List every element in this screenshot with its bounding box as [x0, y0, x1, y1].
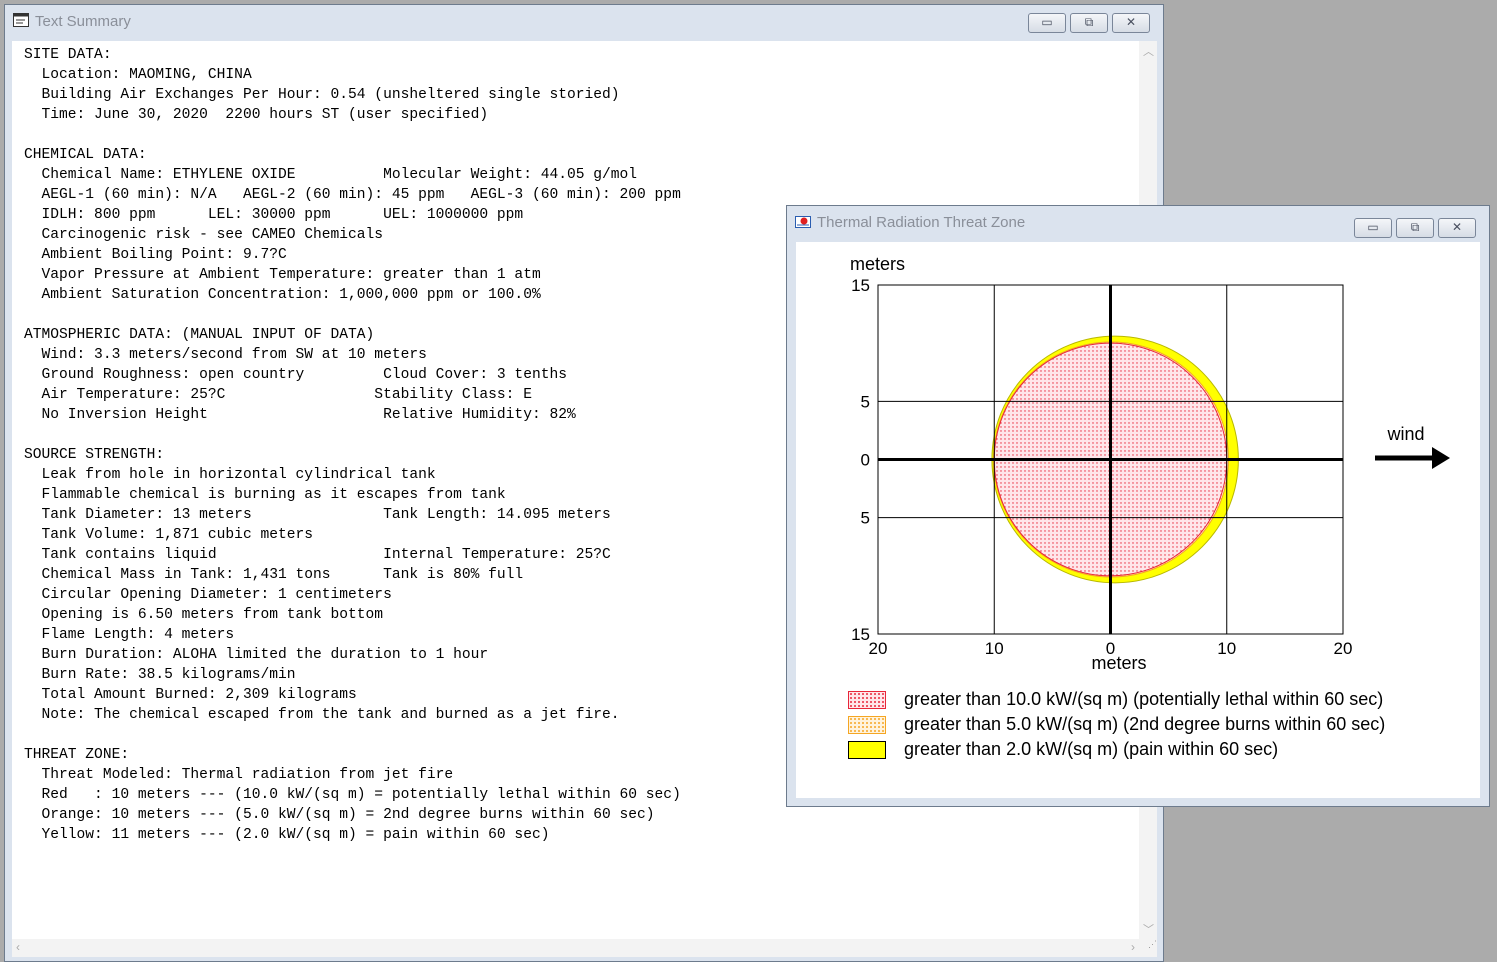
close-button[interactable]: ✕	[1112, 13, 1150, 33]
summary-line: Flammable chemical is burning as it esca…	[41, 487, 506, 503]
scroll-right-arrow-icon[interactable]: ›	[1131, 940, 1135, 954]
x-tick-label: 20	[869, 639, 888, 658]
summary-line: Carcinogenic risk - see CAMEO Chemicals	[41, 227, 384, 243]
summary-line: Burn Duration: ALOHA limited the duratio…	[41, 647, 489, 663]
summary-line: Leak from hole in horizontal cylindrical…	[41, 467, 436, 483]
minimize-button[interactable]: ▭	[1028, 13, 1066, 33]
text-summary-titlebar[interactable]: Text Summary ▭ ⧉ ✕	[5, 5, 1163, 35]
minimize-icon: ▭	[1041, 15, 1053, 29]
summary-line: Red : 10 meters --- (10.0 kW/(sq m) = po…	[41, 787, 681, 803]
summary-line: Air Temperature: 25?C Stability Class: E	[41, 387, 532, 403]
window-title: Text Summary	[35, 13, 131, 30]
summary-line: Flame Length: 4 meters	[41, 627, 235, 643]
scroll-up-arrow-icon[interactable]: ︿	[1143, 43, 1154, 59]
maximize-button[interactable]: ⧉	[1396, 218, 1434, 238]
summary-line: SOURCE STRENGTH:	[24, 447, 165, 463]
summary-line: IDLH: 800 ppm LEL: 30000 ppm UEL: 100000…	[41, 207, 524, 223]
legend: greater than 10.0 kW/(sq m) (potentially…	[796, 682, 1480, 792]
maximize-icon: ⧉	[1084, 15, 1094, 29]
summary-line: Location: MAOMING, CHINA	[41, 67, 252, 83]
summary-line: No Inversion Height Relative Humidity: 8…	[41, 407, 576, 423]
horizontal-scrollbar[interactable]: ‹ ›	[12, 939, 1139, 957]
wind-label: wind	[1386, 424, 1424, 444]
document-window-icon	[13, 13, 29, 27]
summary-line: Ground Roughness: open country Cloud Cov…	[41, 367, 567, 383]
summary-line: Threat Modeled: Thermal radiation from j…	[41, 767, 454, 783]
legend-swatch-yellow	[848, 741, 886, 759]
summary-line: Tank Volume: 1,871 cubic meters	[41, 527, 314, 543]
threat-zone-app-icon	[795, 216, 811, 228]
summary-line: Ambient Saturation Concentration: 1,000,…	[41, 287, 541, 303]
window-title: Thermal Radiation Threat Zone	[817, 214, 1026, 231]
summary-line: AEGL-1 (60 min): N/A AEGL-2 (60 min): 45…	[41, 187, 681, 203]
summary-line: Circular Opening Diameter: 1 centimeters	[41, 587, 392, 603]
minimize-icon: ▭	[1367, 220, 1379, 234]
summary-line: Opening is 6.50 meters from tank bottom	[41, 607, 384, 623]
y-tick-label: 0	[861, 451, 870, 470]
summary-line: Building Air Exchanges Per Hour: 0.54 (u…	[41, 87, 620, 103]
summary-line: ATMOSPHERIC DATA: (MANUAL INPUT OF DATA)	[24, 327, 375, 343]
close-button[interactable]: ✕	[1438, 218, 1476, 238]
x-tick-label: 20	[1334, 639, 1353, 658]
summary-line: Chemical Name: ETHYLENE OXIDE Molecular …	[41, 167, 638, 183]
scroll-left-arrow-icon[interactable]: ‹	[16, 940, 20, 954]
summary-line: CHEMICAL DATA:	[24, 147, 147, 163]
y-tick-label: 15	[851, 625, 870, 644]
y-axis-label: meters	[850, 254, 905, 274]
summary-line: Tank Diameter: 13 meters Tank Length: 14…	[41, 507, 611, 523]
summary-line: Orange: 10 meters --- (5.0 kW/(sq m) = 2…	[41, 807, 655, 823]
summary-line: Total Amount Burned: 2,309 kilograms	[41, 687, 357, 703]
summary-line: Yellow: 11 meters --- (2.0 kW/(sq m) = p…	[41, 827, 550, 843]
summary-line: Ambient Boiling Point: 9.7?C	[41, 247, 287, 263]
summary-line: Note: The chemical escaped from the tank…	[41, 707, 620, 723]
y-tick-label: 15	[851, 276, 870, 295]
threat-zone-content: 20 10 0 10 20 15 5 0 5 15 meters meters wind grea…	[796, 242, 1480, 798]
threat-zone-window[interactable]: Thermal Radiation Threat Zone ▭ ⧉ ✕ 20 10…	[786, 205, 1490, 807]
y-tick-label: 5	[861, 392, 870, 411]
summary-line: Burn Rate: 38.5 kilograms/min	[41, 667, 296, 683]
y-tick-label: 5	[861, 509, 870, 528]
summary-line: Vapor Pressure at Ambient Temperature: g…	[41, 267, 541, 283]
x-tick-label: 10	[1217, 639, 1236, 658]
summary-line: Wind: 3.3 meters/second from SW at 10 me…	[41, 347, 427, 363]
wind-arrow-icon	[1375, 447, 1450, 469]
minimize-button[interactable]: ▭	[1354, 218, 1392, 238]
maximize-button[interactable]: ⧉	[1070, 13, 1108, 33]
summary-line: Chemical Mass in Tank: 1,431 tons Tank i…	[41, 567, 524, 583]
legend-swatch-red	[848, 691, 886, 709]
close-icon: ✕	[1451, 220, 1463, 234]
threat-zone-titlebar[interactable]: Thermal Radiation Threat Zone ▭ ⧉ ✕	[787, 206, 1489, 238]
summary-line: SITE DATA:	[24, 47, 112, 63]
summary-text: SITE DATA: Location: MAOMING, CHINA Buil…	[24, 45, 681, 845]
x-axis-label: meters	[1091, 653, 1146, 673]
close-icon: ✕	[1125, 15, 1137, 29]
summary-line: Time: June 30, 2020 2200 hours ST (user …	[41, 107, 489, 123]
summary-line: THREAT ZONE:	[24, 747, 130, 763]
summary-line: Tank contains liquid Internal Temperatur…	[41, 547, 611, 563]
x-tick-label: 10	[985, 639, 1004, 658]
size-grip-icon[interactable]: ⋰	[1139, 939, 1157, 957]
maximize-icon: ⧉	[1410, 220, 1420, 234]
scroll-down-arrow-icon[interactable]: ﹀	[1143, 921, 1154, 937]
legend-swatch-orange	[848, 716, 886, 734]
threat-zone-plot: 20 10 0 10 201550515 meters meters wind	[850, 254, 1450, 673]
